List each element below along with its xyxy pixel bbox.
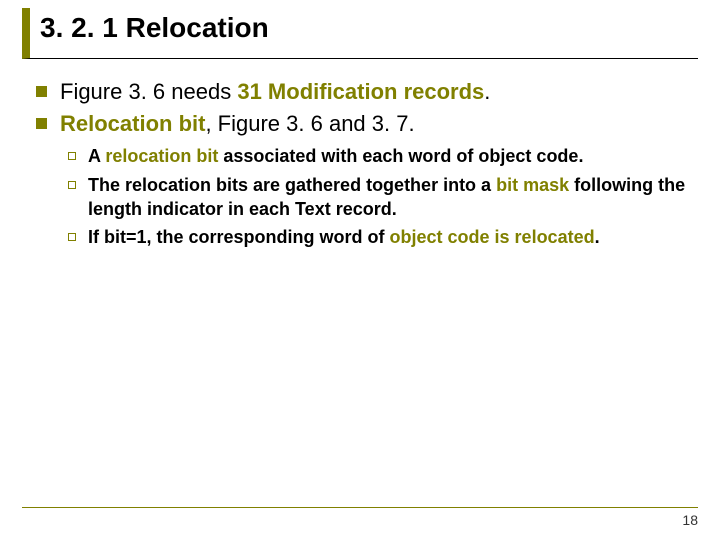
list-item: Figure 3. 6 needs 31 Modification record… [30, 77, 698, 107]
emphasis-text: Relocation bit [60, 111, 205, 136]
text-run: Figure 3. 6 needs [60, 79, 237, 104]
list-item: A relocation bit associated with each wo… [62, 144, 698, 168]
text-run: . [595, 227, 600, 247]
list-item: The relocation bits are gathered togethe… [62, 173, 698, 222]
page-number: 18 [682, 512, 698, 528]
slide-title: 3. 2. 1 Relocation [40, 12, 698, 44]
text-run: , Figure 3. 6 and 3. 7. [205, 111, 414, 136]
text-run: . [484, 79, 490, 104]
text-run: If bit=1, the corresponding word of [88, 227, 390, 247]
slide: 3. 2. 1 Relocation Figure 3. 6 needs 31 … [0, 0, 720, 540]
title-container: 3. 2. 1 Relocation [22, 8, 698, 59]
sub-bullet-list: A relocation bit associated with each wo… [62, 144, 698, 249]
emphasis-text: bit mask [496, 175, 569, 195]
text-run: A [88, 146, 105, 166]
text-run: The relocation bits are gathered togethe… [88, 175, 496, 195]
text-run: associated with each word of object code… [218, 146, 583, 166]
emphasis-text: object code is relocated [390, 227, 595, 247]
emphasis-text: relocation bit [105, 146, 218, 166]
footer-rule [22, 507, 698, 508]
emphasis-text: 31 Modification records [237, 79, 484, 104]
main-bullet-list: Figure 3. 6 needs 31 Modification record… [30, 77, 698, 138]
list-item: Relocation bit, Figure 3. 6 and 3. 7. [30, 109, 698, 139]
list-item: If bit=1, the corresponding word of obje… [62, 225, 698, 249]
